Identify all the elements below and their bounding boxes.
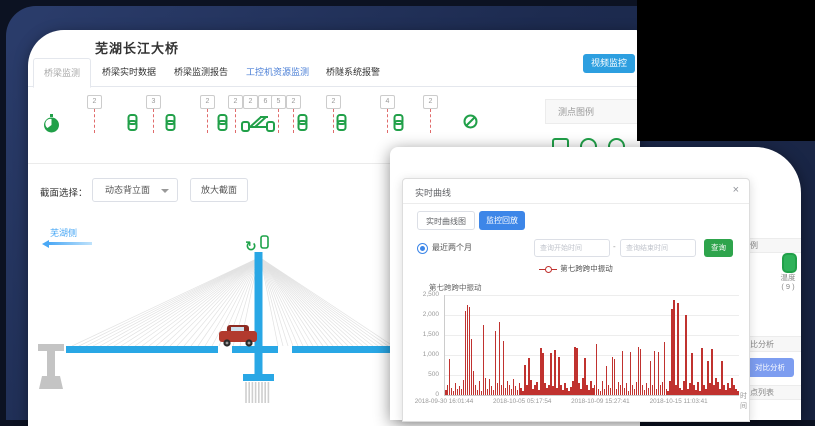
- ban-icon[interactable]: [463, 114, 478, 129]
- chart-bar: [596, 344, 598, 395]
- bridge-truss-icon[interactable]: [241, 114, 275, 133]
- sensor-dash-line: [153, 109, 154, 133]
- sensor-count-badge: 2: [228, 95, 243, 109]
- radio-label: 最近两个月: [432, 242, 472, 253]
- chain-link-icon: [127, 114, 138, 131]
- chain-link-icon: [336, 114, 347, 131]
- sensor-count-badge: 3: [146, 95, 161, 109]
- temperature-icon: [782, 253, 797, 273]
- y-tick-label: 2,000: [403, 311, 439, 318]
- zoom-section-button[interactable]: 放大截面: [190, 178, 248, 202]
- chart-bar: [737, 391, 739, 395]
- chain-link-icon: [165, 114, 176, 131]
- ban-icon: [463, 114, 478, 129]
- bridge-truss-icon: [241, 114, 275, 133]
- temperature-count: ( 9 ): [768, 282, 808, 291]
- chain-link-icon[interactable]: [297, 114, 308, 131]
- chain-link-icon[interactable]: [127, 114, 138, 131]
- bridge-pier-hatch: [246, 382, 268, 403]
- bridge-abutment: [38, 344, 64, 389]
- realtime-curve-dialog: 实时曲线 × 实时曲线图 监控回放 最近两个月 - 查询 第七跨跨中振动 第七跨…: [402, 178, 750, 422]
- sensor-count-badge: 2: [286, 95, 301, 109]
- close-icon[interactable]: ×: [733, 184, 739, 196]
- chain-link-icon[interactable]: [217, 114, 228, 131]
- bridge-pylon: [255, 252, 263, 376]
- sensor-count-badge: 5: [271, 95, 286, 109]
- dialog-tab-realtime-curve[interactable]: 实时曲线图: [417, 211, 475, 230]
- dialog-tab-monitor-playback[interactable]: 监控回放: [479, 211, 525, 230]
- chevron-down-icon: [161, 189, 169, 193]
- sensor-dash-line: [387, 109, 388, 133]
- x-tick-label: 2018-09-30 16:01:44: [415, 398, 473, 405]
- gridline: [445, 315, 739, 316]
- date-range-separator: -: [613, 242, 616, 251]
- query-button[interactable]: 查询: [704, 239, 733, 257]
- sensor-dash-line: [278, 109, 279, 133]
- chart-legend[interactable]: 第七跨跨中振动: [403, 263, 749, 274]
- chain-link-icon: [393, 114, 404, 131]
- chain-link-icon[interactable]: [393, 114, 404, 131]
- dialog-header: 实时曲线 ×: [403, 179, 749, 204]
- gridline: [445, 295, 739, 296]
- chart-plot-area: [444, 295, 739, 396]
- sensor-count-badge: 2: [87, 95, 102, 109]
- legend-panel-header: 测点图例: [545, 99, 639, 124]
- gridline: [445, 355, 739, 356]
- radio-last-two-months[interactable]: [417, 243, 428, 254]
- sensor-dash-line: [430, 109, 431, 133]
- black-masked-area: [637, 0, 815, 141]
- compare-analysis-button[interactable]: 对比分析: [746, 358, 794, 377]
- chart-x-axis-name: 时间: [740, 391, 749, 411]
- chain-link-icon[interactable]: [336, 114, 347, 131]
- sensor-count-badge: 2: [243, 95, 258, 109]
- start-time-input[interactable]: [534, 239, 610, 257]
- section-select-label: 截面选择：: [40, 185, 88, 199]
- car-illustration: [219, 325, 257, 347]
- stopwatch-icon[interactable]: [43, 114, 60, 134]
- pylon-sensor-icon: [261, 236, 268, 248]
- sensor-dash-line: [94, 109, 95, 133]
- y-tick-label: 2,500: [403, 291, 439, 298]
- y-tick-label: 1,000: [403, 351, 439, 358]
- stopwatch-icon: [43, 114, 60, 134]
- gridline: [445, 335, 739, 336]
- y-tick-label: 1,500: [403, 331, 439, 338]
- sensor-dash-line: [235, 109, 236, 133]
- x-tick-label: 2018-10-09 15:27:41: [571, 398, 629, 405]
- section-select-value: 动态背立面: [105, 185, 150, 195]
- chart-bar: [677, 303, 679, 395]
- chain-link-icon: [217, 114, 228, 131]
- chart-bar: [685, 315, 687, 395]
- x-tick-label: 2018-10-05 05:17:54: [493, 398, 551, 405]
- sensor-dash-line: [207, 109, 208, 133]
- sensor-count-badge: 2: [423, 95, 438, 109]
- chart-bar: [664, 342, 666, 395]
- end-time-input[interactable]: [620, 239, 696, 257]
- legend-marker-icon: [539, 266, 557, 273]
- sensor-count-badge: 2: [200, 95, 215, 109]
- bridge-elevation-drawing: ↻: [30, 218, 392, 418]
- sensor-count-badge: 2: [326, 95, 341, 109]
- y-tick-label: 500: [403, 371, 439, 378]
- sensor-dash-line: [333, 109, 334, 133]
- chain-link-icon: [297, 114, 308, 131]
- detail-page: 图例 温度 ( 9 ) 对比分析 对比分析 测点列表 实时曲线 × 实时曲线图 …: [390, 147, 801, 420]
- x-tick-label: 2018-10-15 11:03:41: [650, 398, 708, 405]
- refresh-icon: ↻: [245, 238, 257, 254]
- sensor-count-badge: 4: [380, 95, 395, 109]
- sensor-dash-line: [293, 109, 294, 133]
- dialog-title: 实时曲线: [415, 186, 451, 199]
- y-tick-label: 0: [403, 391, 439, 398]
- chain-link-icon[interactable]: [165, 114, 176, 131]
- gridline: [445, 375, 739, 376]
- section-select-dropdown[interactable]: 动态背立面: [92, 178, 178, 202]
- chart-bar: [673, 300, 675, 395]
- sensor-strip: 23222652242: [28, 30, 640, 150]
